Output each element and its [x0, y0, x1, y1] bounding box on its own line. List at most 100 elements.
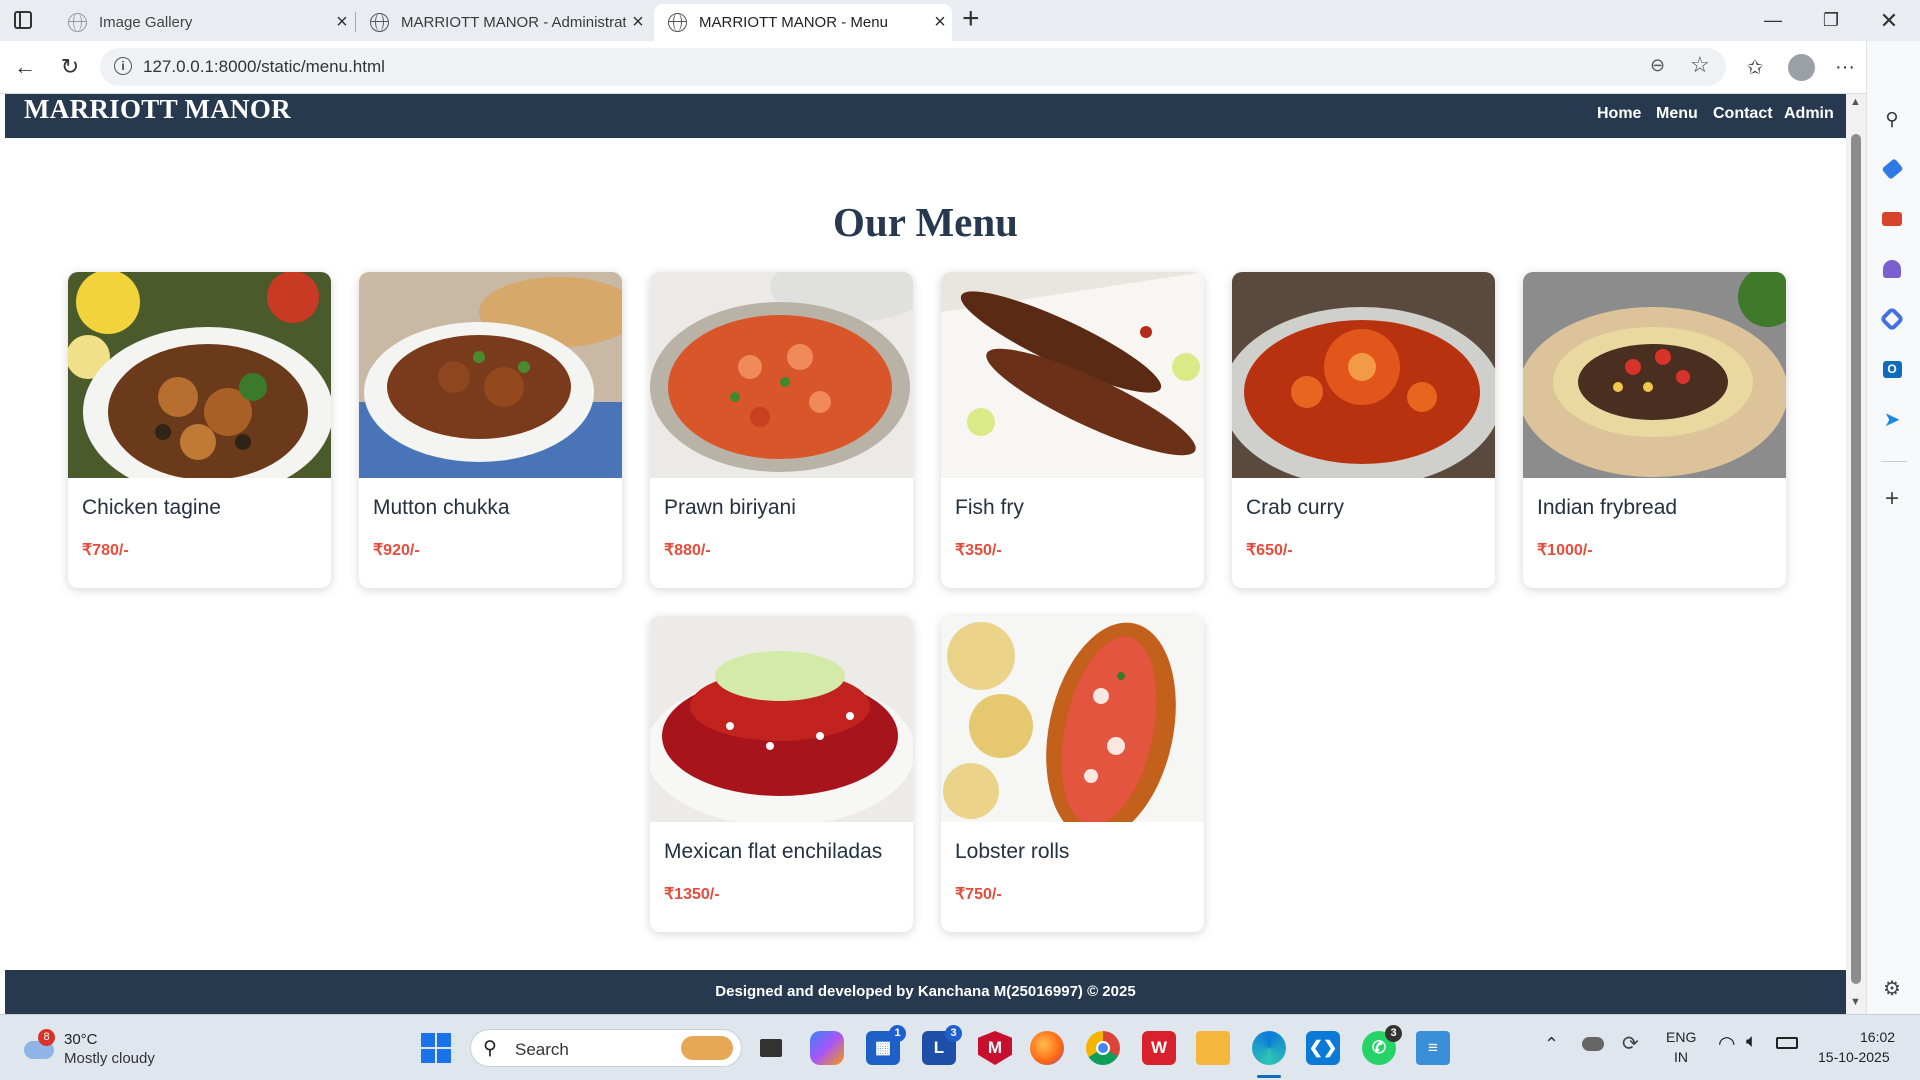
site-footer: Designed and developed by Kanchana M(250…: [5, 970, 1846, 1014]
restore-button[interactable]: ❐: [1802, 0, 1860, 41]
more-menu-icon[interactable]: ···: [1828, 50, 1862, 84]
add-icon[interactable]: +: [1880, 485, 1904, 512]
vscode-icon[interactable]: ❮❯: [1306, 1031, 1340, 1065]
drop-send-icon[interactable]: ➤: [1880, 407, 1904, 431]
dish-price: ₹1000/-: [1537, 542, 1593, 559]
dish-image: [941, 616, 1204, 822]
briefcase-icon[interactable]: [1880, 207, 1904, 231]
edge-icon[interactable]: [1252, 1031, 1286, 1065]
dish-price: ₹1350/-: [664, 886, 720, 903]
firefox-icon[interactable]: [1030, 1031, 1064, 1065]
notification-badge: 1: [889, 1025, 906, 1042]
outlook-icon[interactable]: O: [1880, 357, 1904, 381]
url-text[interactable]: 127.0.0.1:8000/static/menu.html: [143, 57, 385, 77]
address-bar[interactable]: i 127.0.0.1:8000/static/menu.html ⊖ ☆: [100, 48, 1726, 86]
favorite-star-icon[interactable]: ☆: [1690, 52, 1710, 78]
back-arrow-icon[interactable]: ←: [8, 50, 42, 84]
nav-contact[interactable]: Contact: [1713, 105, 1773, 123]
task-view-icon[interactable]: [754, 1031, 788, 1065]
dish-image: [359, 272, 622, 478]
menu-card[interactable]: Crab curry ₹650/-: [1232, 272, 1495, 588]
page-scrollbar[interactable]: ▲ ▼: [1846, 94, 1866, 1014]
file-explorer-icon[interactable]: [1196, 1031, 1230, 1065]
chrome-icon[interactable]: [1086, 1031, 1120, 1065]
weather-temp: 30°C: [64, 1031, 98, 1048]
tab-image-gallery[interactable]: Image Gallery ×: [54, 4, 354, 41]
weather-widget[interactable]: 8 30°C Mostly cloudy: [20, 1029, 170, 1069]
search-icon[interactable]: ⚲: [1880, 107, 1904, 131]
active-app-indicator: [1257, 1075, 1281, 1078]
language-bottom[interactable]: IN: [1674, 1049, 1688, 1065]
clock-date[interactable]: 15-10-2025: [1818, 1049, 1890, 1065]
browser-toolbar: ← ↻ i 127.0.0.1:8000/static/menu.html ⊖ …: [0, 41, 1920, 94]
settings-gear-icon[interactable]: ⚙: [1880, 976, 1904, 1000]
menu-card[interactable]: Mexican flat enchiladas ₹1350/-: [650, 616, 913, 932]
windows-taskbar: 8 30°C Mostly cloudy ⚲ Search ▦ 1 L3 M W …: [0, 1014, 1920, 1080]
sync-icon[interactable]: ⟳: [1622, 1031, 1639, 1056]
dish-name: Chicken tagine: [82, 496, 221, 519]
dish-image: [1232, 272, 1495, 478]
menu-card[interactable]: Prawn biriyani ₹880/-: [650, 272, 913, 588]
notification-badge: 3: [945, 1025, 962, 1042]
taskbar-search[interactable]: ⚲ Search: [470, 1029, 742, 1067]
menu-card[interactable]: Indian frybread ₹1000/-: [1523, 272, 1786, 588]
wifi-icon[interactable]: ◠: [1718, 1031, 1735, 1056]
clock-time[interactable]: 16:02: [1860, 1029, 1895, 1045]
language-top[interactable]: ENG: [1666, 1029, 1696, 1045]
close-tab-icon[interactable]: ×: [626, 11, 650, 34]
search-label: Search: [515, 1040, 569, 1059]
minimize-button[interactable]: —: [1744, 0, 1802, 41]
microsoft365-icon[interactable]: [1879, 306, 1905, 332]
dish-name: Indian frybread: [1537, 496, 1678, 519]
weather-alert-badge: 8: [38, 1029, 55, 1046]
browser-tab-strip: Image Gallery × MARRIOTT MANOR - Adminis…: [0, 0, 1920, 41]
l-app-icon[interactable]: L3: [922, 1025, 962, 1065]
tab-menu[interactable]: MARRIOTT MANOR - Menu ×: [654, 4, 952, 41]
profile-avatar[interactable]: [1788, 54, 1815, 81]
volume-icon[interactable]: 🔈︎: [1746, 1031, 1757, 1053]
dish-name: Crab curry: [1246, 496, 1345, 519]
games-icon[interactable]: [1880, 257, 1904, 281]
menu-card[interactable]: Fish fry ₹350/-: [941, 272, 1204, 588]
search-icon: ⚲: [483, 1038, 497, 1059]
windows-start-icon[interactable]: [421, 1033, 451, 1063]
notepad-icon[interactable]: ≡: [1416, 1031, 1450, 1065]
dish-price: ₹780/-: [82, 542, 129, 559]
close-window-button[interactable]: ✕: [1860, 0, 1918, 41]
mcafee-icon[interactable]: M: [978, 1031, 1012, 1065]
dish-name: Mexican flat enchiladas: [664, 840, 883, 863]
battery-icon[interactable]: [1776, 1037, 1798, 1049]
close-tab-icon[interactable]: ×: [928, 11, 952, 34]
site-info-icon[interactable]: i: [114, 57, 132, 75]
menu-card[interactable]: Mutton chukka ₹920/-: [359, 272, 622, 588]
scroll-down-arrow-icon[interactable]: ▼: [1850, 996, 1861, 1008]
menu-card[interactable]: Lobster rolls ₹750/-: [941, 616, 1204, 932]
nav-home[interactable]: Home: [1597, 105, 1641, 123]
store-app-icon[interactable]: ▦ 1: [866, 1025, 906, 1065]
site-brand[interactable]: MARRIOTT MANOR: [24, 94, 291, 125]
zoom-icon[interactable]: ⊖: [1650, 55, 1665, 76]
dish-price: ₹350/-: [955, 542, 1002, 559]
page-title: Our Menu: [833, 199, 1018, 245]
wps-office-icon[interactable]: W: [1142, 1031, 1176, 1065]
scroll-up-arrow-icon[interactable]: ▲: [1850, 96, 1861, 108]
new-tab-button[interactable]: +: [962, 2, 980, 36]
onedrive-icon[interactable]: [1582, 1037, 1604, 1051]
globe-icon: [68, 13, 87, 32]
copilot-app-icon[interactable]: [810, 1031, 844, 1065]
whatsapp-icon[interactable]: ✆ 3: [1362, 1025, 1402, 1065]
tab-actions-icon[interactable]: [14, 11, 32, 29]
tab-admin[interactable]: MARRIOTT MANOR - Administrat ×: [356, 4, 650, 41]
refresh-icon[interactable]: ↻: [53, 50, 87, 84]
weather-desc: Mostly cloudy: [64, 1050, 155, 1067]
menu-card[interactable]: Chicken tagine ₹780/-: [68, 272, 331, 588]
globe-icon: [668, 13, 687, 32]
scrollbar-thumb[interactable]: [1851, 134, 1861, 984]
close-tab-icon[interactable]: ×: [330, 11, 354, 34]
nav-admin[interactable]: Admin: [1784, 105, 1834, 123]
dish-image: [1523, 272, 1786, 478]
nav-menu[interactable]: Menu: [1656, 105, 1698, 123]
favorites-icon[interactable]: ✩: [1738, 50, 1772, 84]
show-hidden-icons-chevron[interactable]: ⌃: [1544, 1034, 1559, 1055]
shopping-tag-icon[interactable]: [1880, 157, 1904, 181]
